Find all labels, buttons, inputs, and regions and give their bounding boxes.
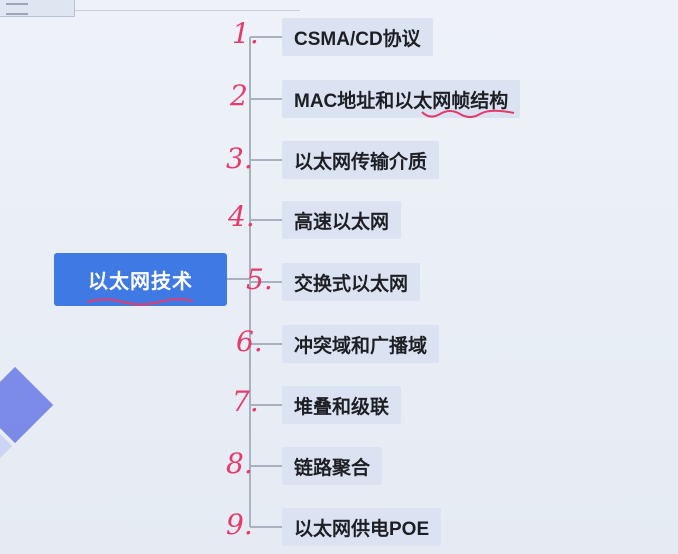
annotation-number-4: 4. — [228, 200, 255, 233]
topic-label: CSMA/CD协议 — [294, 28, 421, 50]
topic-label: 以太网传输介质 — [294, 151, 428, 173]
annotation-number-1: 1. — [232, 17, 259, 50]
topic-label: 堆叠和级联 — [294, 396, 390, 418]
topic-node-high-speed-ethernet[interactable]: 高速以太网 — [282, 201, 402, 239]
topic-label: 以太网供电POE — [294, 518, 430, 540]
annotation-number-5: 5. — [246, 263, 273, 296]
root-label: 以太网技术 — [88, 271, 193, 293]
topic-node-link-aggregation[interactable]: 链路聚合 — [282, 447, 383, 485]
annotation-number-2: 2 — [230, 79, 248, 112]
annotation-number-3: 3. — [226, 142, 253, 175]
topic-node-poe[interactable]: 以太网供电POE — [282, 508, 442, 546]
topic-node-collision-broadcast-domain[interactable]: 冲突域和广播域 — [282, 325, 440, 363]
mac-underline-annotation — [421, 109, 515, 118]
topic-node-switched-ethernet[interactable]: 交换式以太网 — [282, 263, 421, 301]
annotation-number-8: 8. — [226, 447, 253, 480]
topic-label: 链路聚合 — [294, 457, 371, 479]
annotation-number-7: 7. — [232, 385, 259, 418]
topic-node-transmission-media[interactable]: 以太网传输介质 — [282, 141, 440, 179]
topic-label: 交换式以太网 — [294, 273, 409, 295]
annotation-number-9: 9. — [226, 508, 253, 541]
topic-node-stacking-cascading[interactable]: 堆叠和级联 — [282, 386, 402, 424]
topic-node-csma-cd[interactable]: CSMA/CD协议 — [282, 18, 433, 56]
root-underline-annotation — [86, 298, 194, 306]
topic-label: 高速以太网 — [294, 211, 390, 233]
topic-label: 冲突域和广播域 — [294, 335, 428, 357]
annotation-number-6: 6. — [236, 325, 263, 358]
